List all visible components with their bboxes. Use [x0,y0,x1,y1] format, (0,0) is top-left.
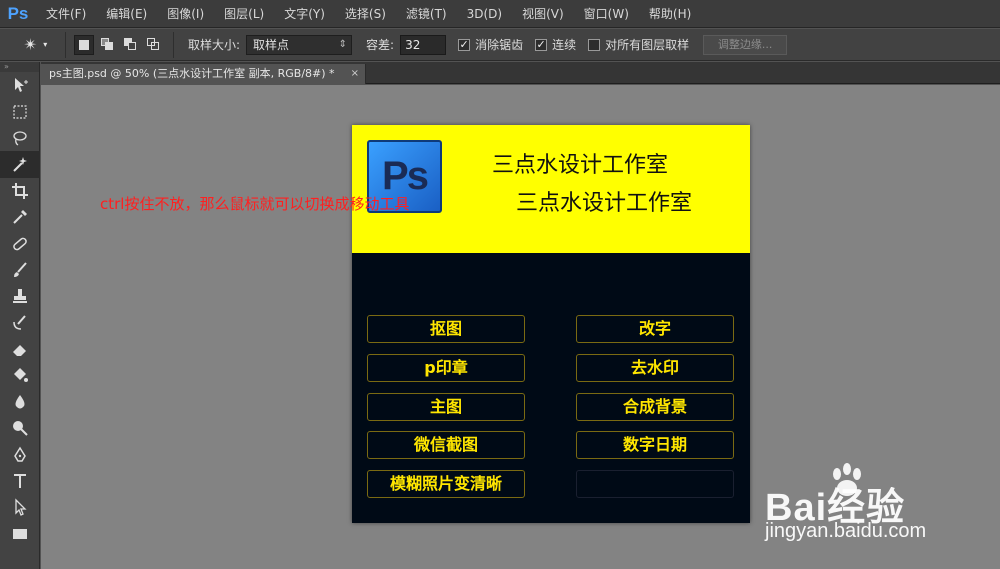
intersect-selection-icon [146,38,160,51]
magic-wand-icon: ✴ [23,35,38,54]
toolbox: » [0,62,40,569]
checkbox-unchecked-icon [588,38,601,51]
sample-all-layers-label: 对所有图层取样 [605,38,690,52]
menu-item[interactable]: 编辑(E) [96,0,157,28]
service-button: 改字 [576,315,734,343]
eraser-tool-icon[interactable] [0,336,40,362]
service-button: 合成背景 [576,393,734,421]
document-tab[interactable]: ps主图.psd @ 50% (三点水设计工作室 副本, RGB/8#) * × [41,64,366,84]
contiguous-label: 连续 [552,38,577,52]
menu-item[interactable]: 视图(V) [512,0,574,28]
service-button: 模糊照片变清晰 [367,470,525,498]
brush-tool-icon[interactable] [0,257,40,283]
lasso-tool-icon[interactable] [0,125,40,151]
baidu-jingyan-watermark: Bai经验 jingyan.baidu.com [765,462,995,562]
add-selection-icon [100,38,114,51]
service-button: 主图 [367,393,525,421]
tutorial-annotation: ctrl按住不放，那么鼠标就可以切换成移动工具 [100,195,410,213]
menu-item[interactable]: 图层(L) [214,0,274,28]
subtract-from-selection-button[interactable] [120,35,140,55]
sample-all-layers-checkbox[interactable]: 对所有图层取样 [588,36,689,53]
empty-button-slot [576,470,734,498]
move-tool-icon[interactable] [0,72,40,98]
checkbox-checked-icon: ✓ [535,37,548,51]
service-button: 数字日期 [576,431,734,459]
add-to-selection-button[interactable] [97,35,117,55]
contiguous-checkbox[interactable]: ✓ 连续 [535,36,576,53]
type-tool-icon[interactable] [0,468,40,494]
refine-edge-button[interactable]: 调整边缘... [703,34,788,55]
tolerance-input[interactable]: 32 [400,34,447,55]
menu-item[interactable]: 3D(D) [457,0,512,28]
checkbox-checked-icon: ✓ [458,37,471,51]
subtract-selection-icon [123,38,137,51]
eyedropper-tool-icon[interactable] [0,204,40,230]
document-canvas[interactable]: Ps 三点水设计工作室 三点水设计工作室 抠图 p印章 主图 微信截图 模糊照片… [352,125,750,523]
crop-tool-icon[interactable] [0,178,40,204]
rectangle-tool-icon[interactable] [0,521,40,547]
service-button: 去水印 [576,354,734,382]
new-selection-button[interactable] [74,34,94,55]
intersect-selection-button[interactable] [143,35,163,55]
options-bar: ✴ ▾ 取样大小: 取样点 容差: 32 ✓ 消除锯齿 ✓ 连续 对所有图层取样… [0,29,1000,61]
anti-alias-label: 消除锯齿 [475,38,524,52]
paint-bucket-tool-icon[interactable] [0,362,40,388]
path-selection-tool-icon[interactable] [0,494,40,520]
toolbox-collapse-grip[interactable]: » [0,62,39,72]
blur-tool-icon[interactable] [0,389,40,415]
marquee-tool-icon[interactable] [0,98,40,124]
sample-size-select[interactable]: 取样点 [246,34,353,55]
document-tab-bar: ps主图.psd @ 50% (三点水设计工作室 副本, RGB/8#) * × [41,62,1000,84]
service-button: 微信截图 [367,431,525,459]
studio-title-line2: 三点水设计工作室 [516,191,693,216]
healing-brush-tool-icon[interactable] [0,230,40,256]
studio-title-line1: 三点水设计工作室 [492,153,669,178]
selection-mode-group [74,31,174,58]
pen-tool-icon[interactable] [0,441,40,467]
menu-item[interactable]: 文字(Y) [274,0,335,28]
chevron-down-icon: ▾ [43,40,48,49]
menu-item[interactable]: 文件(F) [36,0,96,28]
menu-item[interactable]: 图像(I) [157,0,214,28]
close-icon[interactable]: × [351,64,359,84]
tolerance-label: 容差: [366,38,395,52]
yellow-header-layer: Ps 三点水设计工作室 三点水设计工作室 [352,125,750,253]
watermark-url: jingyan.baidu.com [765,520,927,542]
history-brush-tool-icon[interactable] [0,310,40,336]
dodge-tool-icon[interactable] [0,415,40,441]
document-tab-title: ps主图.psd @ 50% (三点水设计工作室 副本, RGB/8#) * [49,67,335,80]
menu-item[interactable]: 选择(S) [335,0,396,28]
stamp-tool-icon[interactable] [0,283,40,309]
tool-preset-picker[interactable]: ✴ ▾ [6,31,66,58]
menu-item[interactable]: 帮助(H) [639,0,701,28]
anti-alias-checkbox[interactable]: ✓ 消除锯齿 [458,36,523,53]
magic-wand-tool-icon[interactable] [0,151,40,178]
menu-items: 文件(F) 编辑(E) 图像(I) 图层(L) 文字(Y) 选择(S) 滤镜(T) 3D(D)… [36,0,701,28]
service-button: p印章 [367,354,525,382]
sample-size-label: 取样大小: [188,38,241,52]
service-button: 抠图 [367,315,525,343]
new-selection-icon [79,39,89,50]
menu-item[interactable]: 滤镜(T) [396,0,457,28]
menu-item[interactable]: 窗口(W) [574,0,639,28]
photoshop-logo: Ps [7,3,29,23]
menu-bar: Ps 文件(F) 编辑(E) 图像(I) 图层(L) 文字(Y) 选择(S) 滤镜(T) 3D… [0,0,1000,28]
